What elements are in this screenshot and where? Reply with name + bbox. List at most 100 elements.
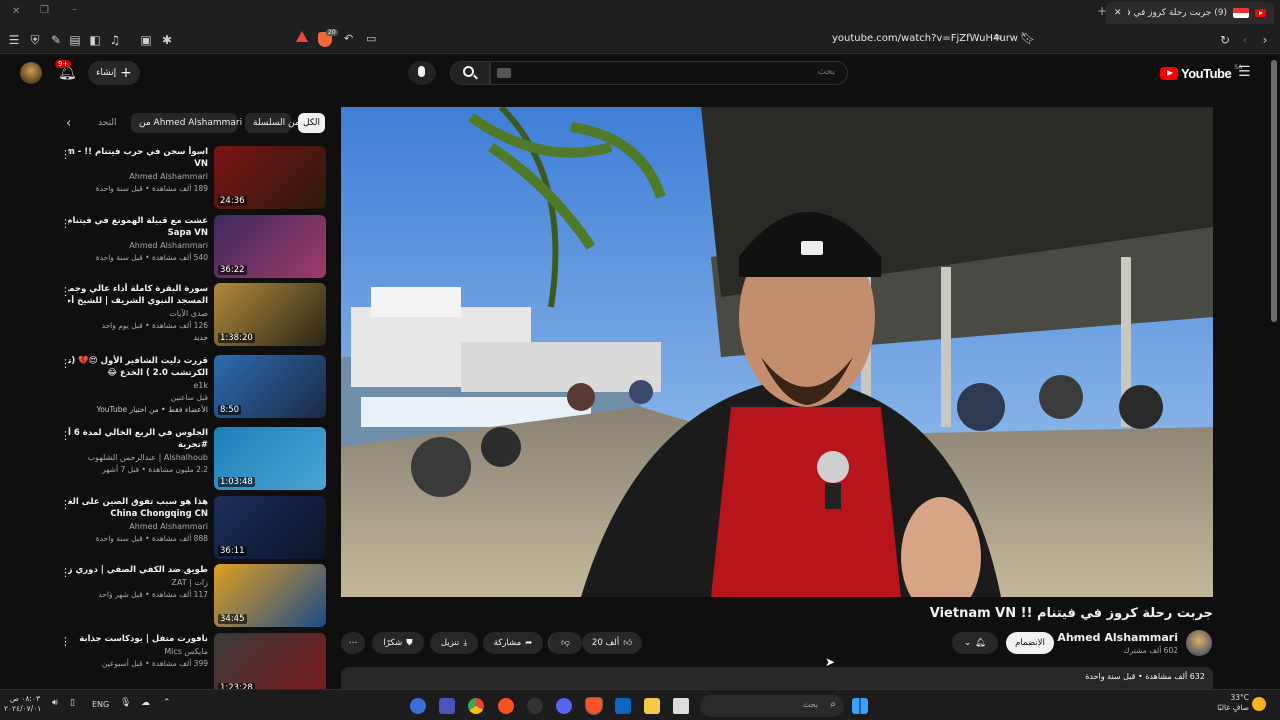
extensions-icon[interactable]: ✱: [159, 32, 175, 48]
related-video-thumbnail[interactable]: 36:22: [214, 215, 326, 278]
related-video-title[interactable]: اسوأ سجن في حرب فيتنام !! - Vietnam VN: [68, 146, 208, 170]
browser-tab-active[interactable]: (9) جربت رحلة كروز في فيتنام !! ✕: [1106, 2, 1274, 24]
description-box[interactable]: 632 ألف مشاهدة • قبل سنة واحدة: [341, 667, 1213, 689]
store-icon[interactable]: [615, 698, 631, 714]
related-video-item[interactable]: 36:11 هذا هو سبب تفوق الصين على الغرب ! -…: [56, 496, 326, 560]
windows-start-icon[interactable]: [852, 698, 868, 714]
related-video-channel[interactable]: مايكس Mics: [68, 647, 208, 656]
more-vertical-icon[interactable]: ⋮: [60, 357, 71, 370]
close-window-icon[interactable]: ✕: [12, 6, 20, 17]
related-video-thumbnail[interactable]: 1:23:28: [214, 633, 326, 696]
related-video-channel[interactable]: Ahmed Alshammari: [68, 522, 208, 531]
related-video-channel[interactable]: Ahmed Alshammari: [68, 241, 208, 250]
related-video-thumbnail[interactable]: 24:36: [214, 146, 326, 209]
related-video-item[interactable]: 8:50 قررت دليت الشافير الأول 😍💔 (تجربة الك…: [56, 355, 326, 419]
search-button[interactable]: [450, 61, 490, 85]
more-vertical-icon[interactable]: ⋮: [60, 498, 71, 511]
reload-tab-icon[interactable]: ↶: [344, 32, 353, 45]
related-video-item[interactable]: 34:45 طويق ضد الكفي الصفي | دوري زات 2025…: [56, 564, 326, 628]
cloud-icon[interactable]: ☁: [141, 698, 150, 708]
chips-scroll-left-icon[interactable]: ‹: [66, 116, 71, 131]
subscribe-dropdown-button[interactable]: ⌄ 🔔︎: [952, 632, 998, 654]
like-button[interactable]: 20 ألف 👍︎: [582, 632, 642, 654]
share-button[interactable]: مشاركة ➦: [483, 632, 543, 654]
weather-widget[interactable]: 33°C صافٍ غالبًا: [1207, 693, 1249, 713]
more-vertical-icon[interactable]: ⋮: [60, 566, 71, 579]
more-vertical-icon[interactable]: ⋮: [60, 217, 71, 230]
taskbar-app-4-icon[interactable]: [498, 698, 514, 714]
volume-icon[interactable]: 🔊︎: [52, 698, 58, 708]
site-settings-icon[interactable]: ⇋: [994, 32, 1002, 43]
related-video-item[interactable]: 1:03:48 الجلوس في الربع الخالي لمدة 6 أيا…: [56, 427, 326, 491]
taskbar-app-5-icon[interactable]: [527, 698, 543, 714]
forward-icon[interactable]: ‹: [1237, 32, 1253, 48]
discord-icon[interactable]: [556, 698, 572, 714]
join-button[interactable]: الانضمام: [1006, 632, 1054, 654]
related-video-thumbnail[interactable]: 34:45: [214, 564, 326, 627]
related-video-title[interactable]: قررت دليت الشافير الأول 😍💔 (تجربة الكرتشب…: [68, 355, 208, 379]
guide-menu-icon[interactable]: ☰: [1238, 64, 1251, 80]
related-video-item[interactable]: 36:22 عشت مع قبيلة الهمونغ في فيتنام - Vi…: [56, 215, 326, 279]
maximize-icon[interactable]: ❐: [40, 5, 49, 16]
download-button[interactable]: تنزيل ⤓: [430, 632, 478, 654]
keyboard-icon[interactable]: [497, 68, 511, 78]
address-bar[interactable]: 20 ↶ ▭ youtube.com/watch?v=FjZfWuH4urw ⇋…: [292, 29, 1040, 50]
pen-icon[interactable]: ✎: [48, 32, 64, 48]
more-vertical-icon[interactable]: ⋮: [60, 285, 71, 298]
related-video-channel[interactable]: Ahmed Alshammari: [68, 172, 208, 181]
chip-challenge[interactable]: التحد: [90, 113, 126, 133]
brave-rewards-icon[interactable]: [296, 31, 308, 42]
channel-avatar[interactable]: [1186, 630, 1212, 656]
brave-icon[interactable]: [585, 697, 603, 715]
related-video-item[interactable]: 24:36 اسوأ سجن في حرب فيتنام !! - Vietnam…: [56, 146, 326, 210]
bookmark-icon[interactable]: 🔖︎: [1020, 31, 1035, 45]
file-explorer-icon[interactable]: [644, 698, 660, 714]
related-video-thumbnail[interactable]: 1:38:20: [214, 283, 326, 346]
url-text[interactable]: youtube.com/watch?v=FjZfWuH4urw: [832, 33, 1018, 44]
related-video-title[interactable]: سورة البقرة كاملة أداء عالي وجميل من المس…: [68, 283, 208, 307]
video-player[interactable]: [341, 107, 1213, 597]
more-vertical-icon[interactable]: ⋮: [60, 429, 71, 442]
reader-icon[interactable]: ▤: [67, 32, 83, 48]
related-video-channel[interactable]: زات | ZAT: [68, 578, 208, 587]
back-icon[interactable]: ›: [1257, 32, 1273, 48]
related-video-thumbnail[interactable]: 1:03:48: [214, 427, 326, 490]
related-video-item[interactable]: 1:23:28 نافورت متفل | بودكاست جذابة مايكس …: [56, 633, 326, 697]
shield-icon[interactable]: ⛨: [27, 32, 43, 48]
more-actions-button[interactable]: ⋯: [341, 632, 365, 654]
music-icon[interactable]: ♫: [107, 32, 123, 48]
taskbar-search-box[interactable]: بحث ⌕: [700, 695, 844, 717]
youtube-logo[interactable]: YouTube SA: [1160, 64, 1242, 81]
chip-all[interactable]: الكل: [298, 113, 325, 133]
related-video-thumbnail[interactable]: 36:11: [214, 496, 326, 559]
related-video-channel[interactable]: صدى الآيات: [68, 309, 208, 318]
network-icon[interactable]: ▯: [70, 698, 75, 708]
create-button[interactable]: إنشاء +: [88, 61, 140, 85]
taskbar-app-1-icon[interactable]: [410, 698, 426, 714]
chip-from-channel[interactable]: من Ahmed Alshammari: [131, 113, 242, 133]
related-video-title[interactable]: عشت مع قبيلة الهمونغ في فيتنام - Vietnam…: [68, 215, 208, 239]
more-vertical-icon[interactable]: ⋮: [60, 148, 71, 161]
thanks-button[interactable]: شكرًا ⛊: [372, 632, 424, 654]
search-input[interactable]: بحث: [490, 61, 848, 85]
page-scrollbar-thumb[interactable]: [1271, 60, 1277, 322]
tab-close-icon[interactable]: ✕: [1114, 8, 1122, 18]
avatar[interactable]: [20, 62, 42, 84]
more-vertical-icon[interactable]: ⋮: [60, 635, 71, 648]
related-video-title[interactable]: نافورت متفل | بودكاست جذابة: [68, 633, 208, 645]
related-video-title[interactable]: الجلوس في الربع الخالي لمدة 6 أيام 🏜️😨 !…: [68, 427, 208, 451]
dislike-button[interactable]: 👎︎: [548, 632, 582, 654]
related-video-item[interactable]: 1:38:20 سورة البقرة كاملة أداء عالي وجميل…: [56, 283, 326, 347]
chip-from-series[interactable]: من السلسلة: [245, 113, 300, 133]
screenshot-icon[interactable]: ▣: [138, 32, 154, 48]
sidebar-icon[interactable]: ◧: [87, 32, 103, 48]
related-video-channel[interactable]: Alshalhoub | عبدالرحمن الشلهوب: [68, 453, 208, 462]
language-indicator[interactable]: ENG: [92, 700, 109, 709]
cast-icon[interactable]: ▭: [366, 32, 376, 45]
related-video-title[interactable]: هذا هو سبب تفوق الصين على الغرب ! - China…: [68, 496, 208, 520]
menu-icon[interactable]: ☰: [6, 32, 22, 48]
related-video-title[interactable]: طويق ضد الكفي الصفي | دوري زات 2025: [68, 564, 208, 576]
reload-icon[interactable]: ↻: [1217, 32, 1233, 48]
voice-search-button[interactable]: [408, 61, 436, 85]
taskbar-app-10-icon[interactable]: [673, 698, 689, 714]
